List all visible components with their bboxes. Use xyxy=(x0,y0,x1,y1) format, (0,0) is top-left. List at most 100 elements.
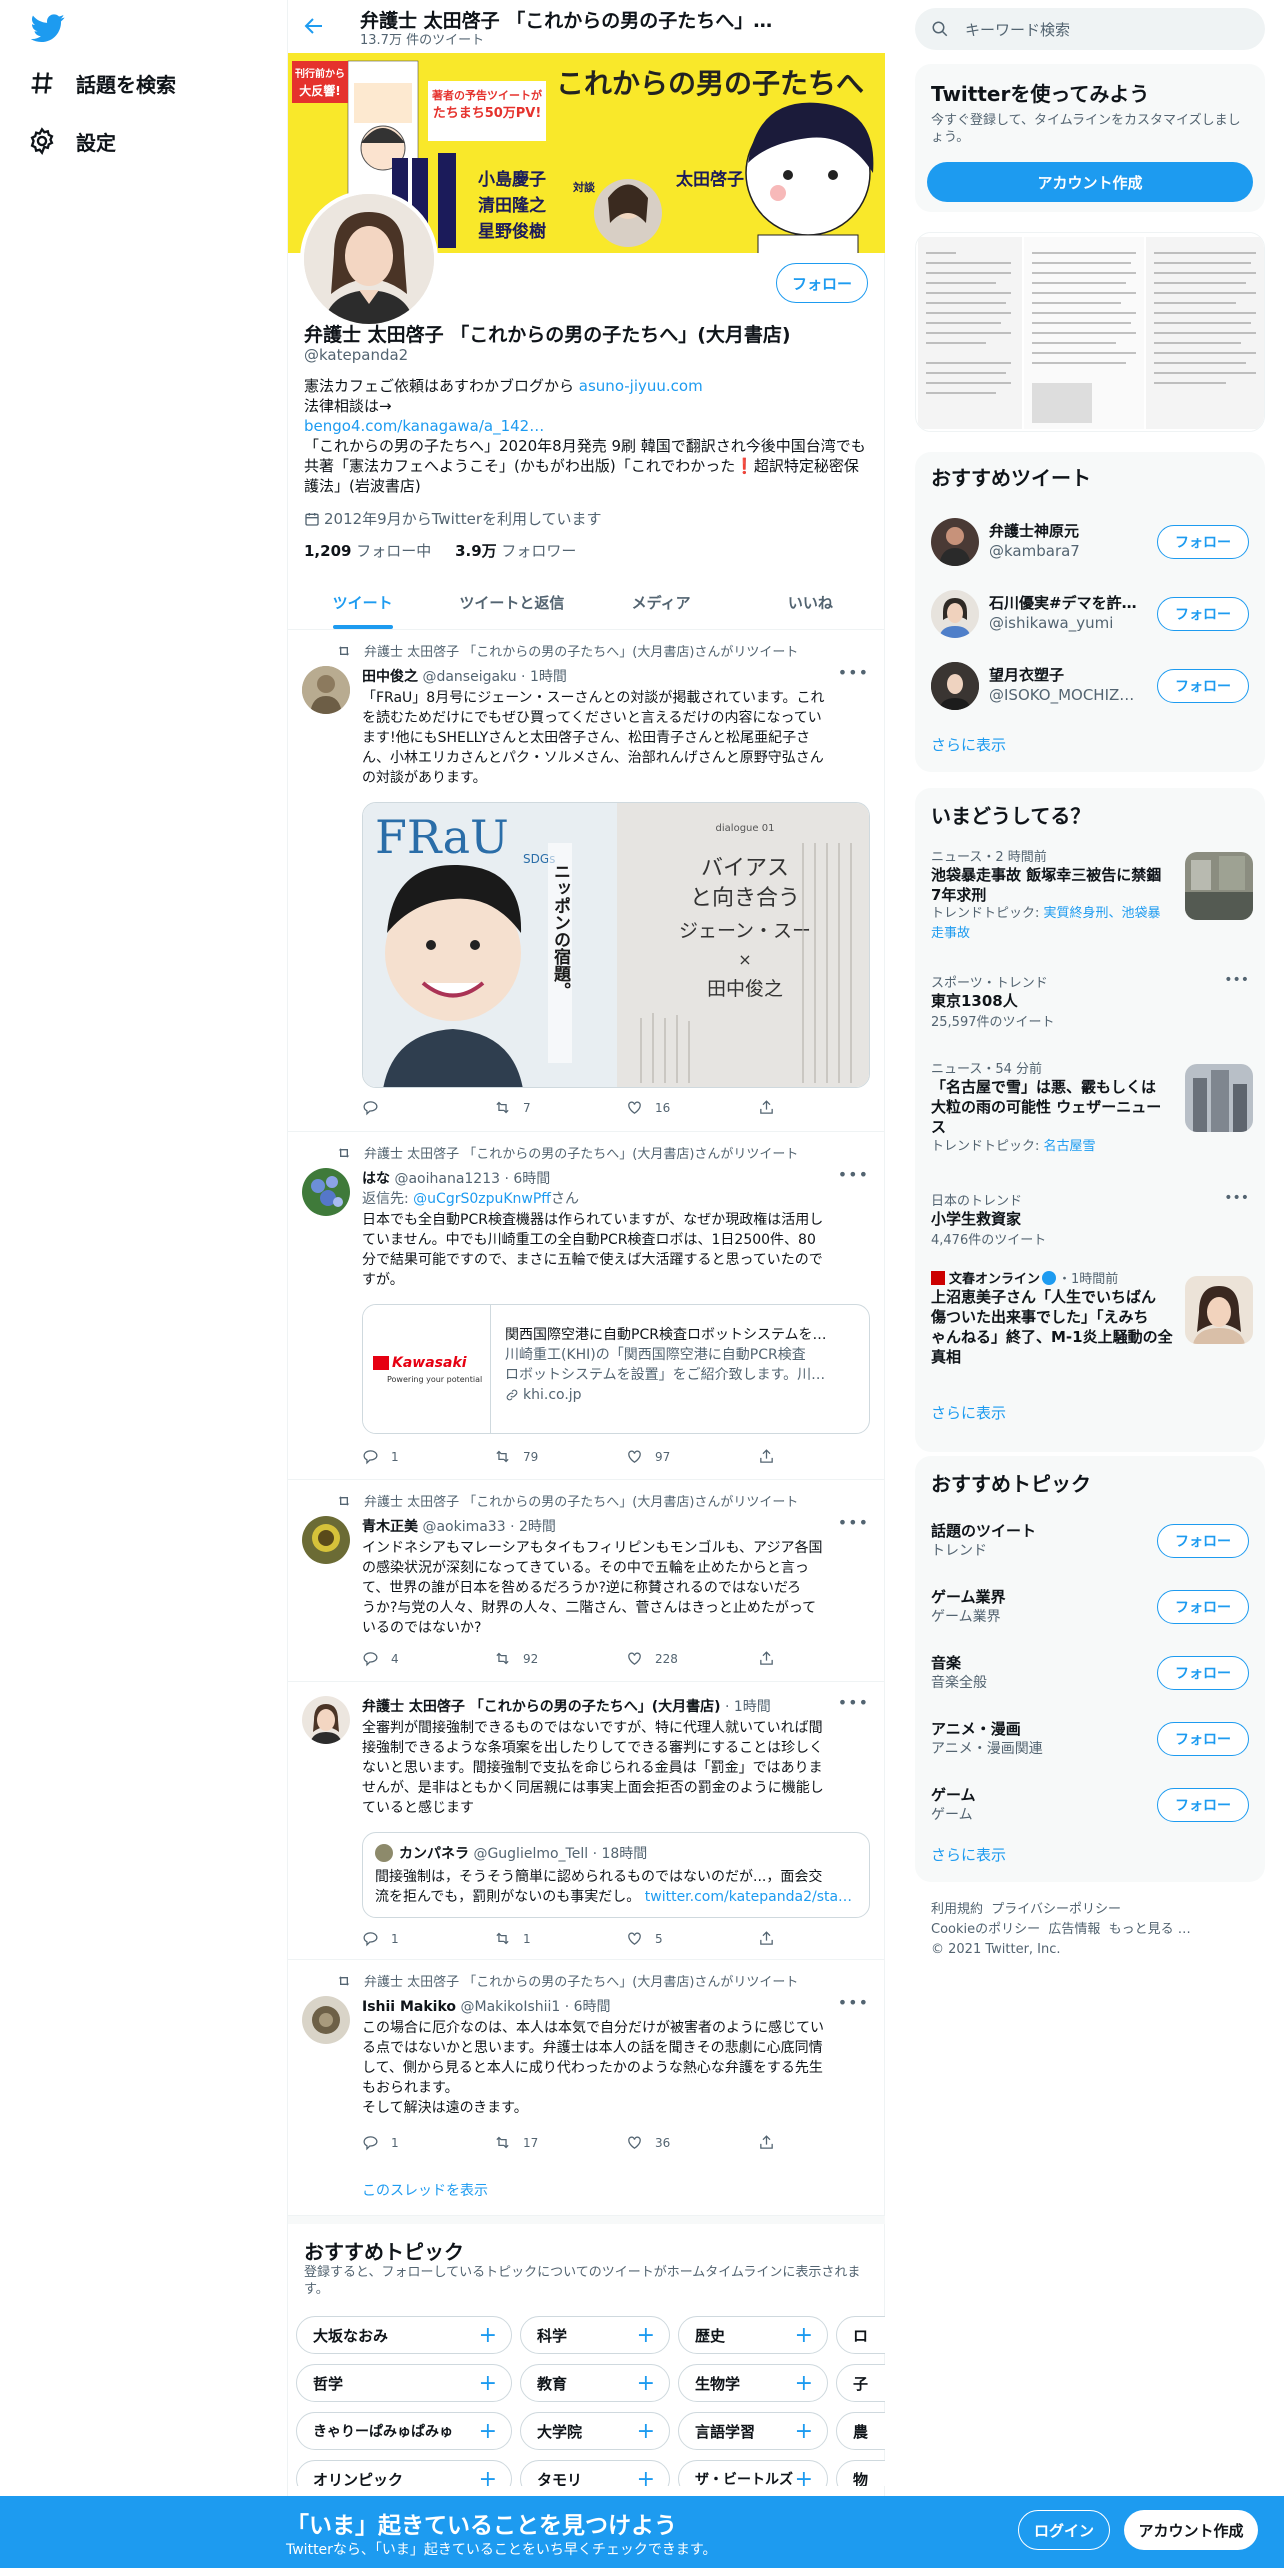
trend-extra-link[interactable]: 走事故 xyxy=(931,926,970,941)
quoted-tweet[interactable]: カンパネラ @Guglielmo_Tell · 18時間 間接強制は，そうそう簡… xyxy=(362,1832,870,1918)
back-arrow-icon[interactable] xyxy=(302,14,326,38)
trend-extra-link[interactable]: 名古屋雪 xyxy=(1044,1139,1096,1154)
topic-item[interactable]: アニメ・漫画 アニメ・漫画関連 フォロー xyxy=(915,1702,1265,1766)
avatar[interactable] xyxy=(302,1996,350,2044)
tweet-author-name[interactable]: 田中俊之 xyxy=(362,669,418,685)
signup-button[interactable]: アカウント作成 xyxy=(927,162,1253,202)
tab-tweets[interactable]: ツイート xyxy=(288,576,437,629)
follow-button[interactable]: フォロー xyxy=(1157,1788,1249,1822)
reply-to-handle[interactable]: @uCgrS0zpuKnwPff xyxy=(413,1191,551,1207)
topic-item[interactable]: ゲーム業界 ゲーム業界 フォロー xyxy=(915,1574,1265,1638)
reply-button[interactable]: 1 xyxy=(362,1448,399,1465)
topic-pill[interactable]: 言語学習 + xyxy=(678,2412,828,2450)
trend-extra-link[interactable]: 実質終身刑、池袋暴 xyxy=(1044,906,1161,921)
tweet[interactable]: 弁護士 太田啓子 「これからの男の子たちへ」(大月書店)さんがリツイート Ish… xyxy=(288,1960,885,2216)
bio-link-asuno[interactable]: asuno-jiyuu.com xyxy=(579,377,703,395)
tweet[interactable]: 弁護士 太田啓子 「これからの男の子たちへ」(大月書店)さんがリツイート はな … xyxy=(288,1132,885,1480)
retweet-button[interactable]: 1 xyxy=(494,1930,531,1947)
retweet-button[interactable]: 7 xyxy=(494,1099,531,1116)
topic-pill[interactable]: オリンピック + xyxy=(296,2460,512,2486)
follow-button[interactable]: フォロー xyxy=(1157,597,1249,631)
topic-pill[interactable]: 農 xyxy=(836,2412,885,2450)
trend-item[interactable]: 日本のトレンド 小学生救資家 4,476件のツイート ••• xyxy=(931,1190,1249,1260)
more-icon[interactable]: ••• xyxy=(1224,1190,1249,1206)
retweet-button[interactable]: 92 xyxy=(494,1650,538,1667)
share-button[interactable] xyxy=(758,1099,787,1116)
reply-button[interactable] xyxy=(362,1099,391,1116)
trend-item[interactable]: スポーツ・トレンド 東京1308人 25,597件のツイート ••• xyxy=(931,972,1249,1042)
media-preview[interactable] xyxy=(915,232,1265,432)
topic-pill[interactable]: 物 xyxy=(836,2460,885,2486)
topic-pill[interactable]: ロ xyxy=(836,2316,885,2354)
reply-button[interactable]: 1 xyxy=(362,1930,399,1947)
topic-pill[interactable]: タモリ + xyxy=(520,2460,670,2486)
avatar[interactable] xyxy=(302,1696,350,1744)
footer-link-ads[interactable]: 広告情報 xyxy=(1048,1922,1100,1937)
profile-avatar[interactable] xyxy=(300,190,438,328)
follow-button[interactable]: フォロー xyxy=(1157,1722,1249,1756)
avatar[interactable] xyxy=(302,1168,350,1216)
tweet[interactable]: 弁護士 太田啓子 「これからの男の子たちへ」(大月書店)さんがリツイート 田中俊… xyxy=(288,630,885,1132)
followers-link[interactable]: 3.9万 フォロワー xyxy=(455,542,576,560)
footer-link-terms[interactable]: 利用規約 xyxy=(931,1902,983,1917)
retweet-button[interactable]: 17 xyxy=(494,2134,538,2151)
more-icon[interactable]: ••• xyxy=(838,663,869,682)
nav-settings[interactable]: 設定 xyxy=(28,116,116,166)
tweet-author-name[interactable]: Ishii Makiko xyxy=(362,1999,456,2015)
more-icon[interactable]: ••• xyxy=(838,1165,869,1184)
like-button[interactable]: 36 xyxy=(626,2134,670,2151)
topic-pill[interactable]: 科学 + xyxy=(520,2316,670,2354)
signup-bottom-button[interactable]: アカウント作成 xyxy=(1124,2510,1258,2550)
profile-follow-button[interactable]: フォロー xyxy=(776,263,868,303)
topic-item[interactable]: 音楽 音楽全般 フォロー xyxy=(915,1638,1265,1702)
avatar[interactable] xyxy=(302,1516,350,1564)
tab-likes[interactable]: いいね xyxy=(736,576,885,629)
trend-item[interactable]: ニュース・54 分前 「名古屋で雪」は悪、霰もしくは 大粒の雨の可能性 ウェザー… xyxy=(931,1058,1253,1178)
topic-pill[interactable]: 哲学 + xyxy=(296,2364,512,2402)
tab-tweets-and-replies[interactable]: ツイートと返信 xyxy=(437,576,586,629)
trend-item[interactable]: 文春オンライン ・1時間前 上沼恵美子さん「人生でいちばん 傷ついた出来事でした… xyxy=(931,1268,1253,1388)
tweet-author-name[interactable]: 青木正美 xyxy=(362,1519,418,1535)
show-more-link[interactable]: さらに表示 xyxy=(931,734,1006,755)
tweet-author-name[interactable]: 弁護士 太田啓子 「これからの男の子たちへ」(大月書店) xyxy=(362,1699,721,1715)
follow-button[interactable]: フォロー xyxy=(1157,669,1249,703)
show-more-link[interactable]: さらに表示 xyxy=(931,1844,1006,1865)
reco-user[interactable]: 望月衣塑子 @ISOKO_MOCHIZ… フォロー xyxy=(915,648,1265,720)
reply-button[interactable]: 1 xyxy=(362,2134,399,2151)
follow-button[interactable]: フォロー xyxy=(1157,1656,1249,1690)
like-button[interactable]: 228 xyxy=(626,1650,678,1667)
show-more-link[interactable]: さらに表示 xyxy=(931,1402,1006,1423)
topic-pill[interactable]: きゃりーぱみゅぱみゅ + xyxy=(296,2412,512,2450)
topic-pill[interactable]: ザ・ビートルズ + xyxy=(678,2460,828,2486)
topic-item[interactable]: 話題のツイート トレンド フォロー xyxy=(915,1510,1265,1574)
topic-pill[interactable]: 大学院 + xyxy=(520,2412,670,2450)
share-button[interactable] xyxy=(758,1650,787,1667)
more-icon[interactable]: ••• xyxy=(1224,972,1249,988)
show-thread-link[interactable]: このスレッドを表示 xyxy=(362,2180,488,2200)
topic-pill[interactable]: 生物学 + xyxy=(678,2364,828,2402)
footer-link-privacy[interactable]: プライバシーポリシー xyxy=(991,1902,1121,1917)
tweet[interactable]: 弁護士 太田啓子 「これからの男の子たちへ」(大月書店) · 1時間 ••• 全… xyxy=(288,1682,885,1960)
tweet-author-name[interactable]: はな xyxy=(362,1171,390,1187)
share-button[interactable] xyxy=(758,1930,787,1947)
retweet-button[interactable]: 79 xyxy=(494,1448,538,1465)
topic-item[interactable]: ゲーム ゲーム フォロー xyxy=(915,1766,1265,1830)
twitter-logo-icon[interactable] xyxy=(31,11,65,45)
following-link[interactable]: 1,209 フォロー中 xyxy=(304,542,431,560)
trend-item[interactable]: ニュース・2 時間前 池袋暴走事故 飯塚幸三被告に禁錮 7年求刑 トレンドトピッ… xyxy=(931,846,1253,956)
follow-button[interactable]: フォロー xyxy=(1157,525,1249,559)
more-icon[interactable]: ••• xyxy=(838,1993,869,2012)
follow-button[interactable]: フォロー xyxy=(1157,1524,1249,1558)
search-input[interactable]: キーワード検索 xyxy=(915,8,1265,50)
nav-explore[interactable]: 話題を検索 xyxy=(28,58,176,108)
topic-pill[interactable]: 歴史 + xyxy=(678,2316,828,2354)
tweet[interactable]: 弁護士 太田啓子 「これからの男の子たちへ」(大月書店)さんがリツイート 青木正… xyxy=(288,1480,885,1682)
like-button[interactable]: 97 xyxy=(626,1448,670,1465)
footer-link-cookie[interactable]: Cookieのポリシー xyxy=(931,1922,1040,1937)
tweet-media[interactable]: FRaU SDGs ニッポンの宿題。 dialogue 01 バイアス と向き合… xyxy=(362,802,870,1088)
more-icon[interactable]: ••• xyxy=(838,1513,869,1532)
share-button[interactable] xyxy=(758,2134,787,2151)
like-button[interactable]: 5 xyxy=(626,1930,663,1947)
topic-pill[interactable]: 大坂なおみ + xyxy=(296,2316,512,2354)
reply-button[interactable]: 4 xyxy=(362,1650,399,1667)
